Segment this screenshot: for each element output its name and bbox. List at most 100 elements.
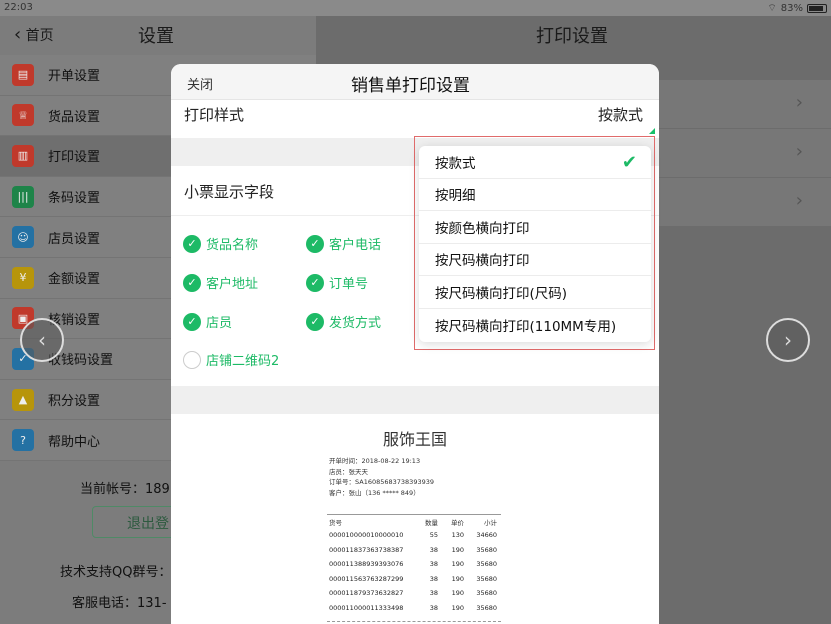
- table-cell: 35680: [476, 560, 497, 569]
- table-cell: 55: [429, 531, 438, 540]
- prev-arrow-button[interactable]: ‹: [20, 318, 64, 362]
- status-bar: 22:03 ⌔ 83%: [0, 0, 831, 16]
- clock: 22:03: [4, 2, 33, 13]
- next-arrow-button[interactable]: ›: [766, 318, 810, 362]
- field-toggle[interactable]: ✓ 客户电话: [306, 234, 381, 253]
- dropdown-option-label: 按款式: [435, 155, 476, 172]
- preview-column-header: 数量: [425, 518, 438, 527]
- divider: [327, 621, 501, 622]
- service-phone-label: 客服电话：131-: [72, 596, 167, 611]
- sidebar-item-label: 店员设置: [48, 231, 101, 247]
- unchecked-circle-icon: [183, 350, 201, 369]
- account-label: 当前帐号：189: [80, 482, 170, 497]
- table-row: 000011879373632827 38 190 35680: [327, 586, 501, 601]
- preview-column-header: 单价: [451, 518, 464, 527]
- dropdown-option-label: 按尺码横向打印(110MM专用): [435, 318, 617, 335]
- checkmark-icon: ✓: [306, 312, 324, 331]
- sidebar-title: 设置: [138, 26, 174, 47]
- wifi-icon: ⌔: [767, 3, 777, 14]
- chevron-right-icon: ›: [784, 328, 792, 352]
- table-row: 000011000011333498 38 190 35680: [327, 601, 501, 616]
- dropdown-option-label: 按颜色横向打印: [435, 220, 530, 237]
- preview-shop-name: 服饰王国: [383, 430, 448, 449]
- table-row: 000011388939393076 38 190 35680: [327, 557, 501, 572]
- dropdown-option[interactable]: 按尺码横向打印(110MM专用): [419, 309, 651, 342]
- table-cell: 38: [429, 574, 438, 583]
- table-cell: 38: [429, 560, 438, 569]
- dropdown-option[interactable]: 按明细: [419, 179, 651, 211]
- print-style-row[interactable]: 打印样式 按款式: [171, 100, 659, 138]
- dropdown-option[interactable]: 按颜色横向打印: [419, 211, 651, 244]
- field-label: 店员: [206, 316, 233, 331]
- sidebar-item-label: 开单设置: [48, 69, 101, 85]
- sidebar-navbar: ‹ 首页 设置: [0, 16, 316, 52]
- chevron-right-icon: ›: [795, 141, 803, 162]
- dropdown-option[interactable]: 按款式 ✔: [419, 146, 651, 179]
- logout-button[interactable]: 退出登: [92, 506, 182, 538]
- table-cell: 190: [451, 560, 464, 569]
- checkmark-icon: ✓: [183, 312, 201, 331]
- money-icon: ¥: [12, 266, 34, 289]
- close-button[interactable]: 关闭: [187, 74, 213, 93]
- field-toggle[interactable]: ✓ 发货方式: [306, 312, 381, 331]
- chevron-right-icon: ›: [795, 92, 803, 113]
- table-cell: 190: [451, 574, 464, 583]
- page-title: 打印设置: [536, 26, 608, 47]
- sidebar-item-label: 货品设置: [48, 109, 101, 125]
- status-right: ⌔ 83%: [767, 2, 827, 15]
- fields-title: 小票显示字段: [184, 183, 275, 201]
- back-label: 首页: [25, 28, 54, 44]
- print-style-label: 打印样式: [184, 106, 245, 124]
- table-row: 000011563763287299 38 190 35680: [327, 572, 501, 587]
- field-label: 订单号: [329, 277, 369, 292]
- checkmark-icon: ✔: [621, 152, 637, 173]
- modal-header: 关闭 销售单打印设置: [171, 64, 659, 100]
- dropdown-option-label: 按明细: [435, 188, 476, 205]
- table-cell: 38: [429, 589, 438, 598]
- table-row: 000011837363738387 38 190 35680: [327, 543, 501, 558]
- preview-column-header: 货号: [329, 518, 342, 527]
- field-label: 货品名称: [206, 238, 259, 253]
- field-label: 客户电话: [329, 238, 382, 253]
- receipt-preview: 服饰王国 开单时间：2018-08-22 19:13 店员：张天天 订单号：SA16…: [171, 414, 659, 624]
- table-cell: 190: [451, 545, 464, 554]
- staff-icon: ☺: [12, 226, 34, 249]
- field-label: 发货方式: [329, 316, 382, 331]
- shirt-icon: ♕: [12, 104, 34, 127]
- table-cell: 35680: [476, 545, 497, 554]
- qq-group-label: 技术支持QQ群号：: [60, 565, 172, 580]
- battery-icon: [807, 4, 827, 13]
- divider: [171, 386, 659, 414]
- checkmark-icon: ✓: [306, 273, 324, 292]
- table-cell: 38: [429, 603, 438, 612]
- field-toggle[interactable]: ✓ 店员: [183, 312, 232, 331]
- print-style-dropdown: 按款式 ✔ 按明细按颜色横向打印按尺码横向打印 按尺码横向打印(尺码) 按尺码横向打印(…: [419, 146, 651, 342]
- chevron-left-icon: ‹: [14, 24, 22, 45]
- sidebar-item-label: 帮助中心: [48, 434, 101, 450]
- field-toggle[interactable]: ✓ 订单号: [306, 273, 368, 292]
- modal-title: 销售单打印设置: [351, 76, 470, 96]
- field-toggle[interactable]: ✓ 货品名称: [183, 234, 258, 253]
- chevron-right-icon: ›: [795, 190, 803, 211]
- checkmark-icon: ✓: [183, 273, 201, 292]
- clipboard-icon: ▤: [12, 63, 34, 86]
- print-style-value[interactable]: 按款式: [598, 104, 643, 125]
- dropdown-option[interactable]: 按尺码横向打印: [419, 244, 651, 276]
- table-cell: 34660: [476, 531, 497, 540]
- preview-table: 货号 数量 单价 小计 000010000010000010 55 130 34660 0000…: [327, 514, 501, 615]
- table-cell: 000011837363738387: [329, 545, 404, 554]
- checkmark-icon: ✓: [183, 234, 201, 253]
- table-cell: 35680: [476, 574, 497, 583]
- sidebar-item-label: 积分设置: [48, 394, 101, 410]
- field-toggle[interactable]: ✓ 客户地址: [183, 273, 258, 292]
- back-button[interactable]: ‹ 首页: [14, 24, 54, 45]
- field-toggle[interactable]: 店铺二维码2: [183, 350, 279, 369]
- table-cell: 38: [429, 545, 438, 554]
- table-cell: 000011879373632827: [329, 589, 404, 598]
- barcode-icon: |||: [12, 185, 34, 208]
- table-cell: 35680: [476, 589, 497, 598]
- table-cell: 190: [451, 589, 464, 598]
- preview-meta-line: 客户：张山（136 ***** 849）: [329, 488, 420, 497]
- sidebar-item-label: 打印设置: [48, 150, 101, 166]
- dropdown-option[interactable]: 按尺码横向打印(尺码): [419, 276, 651, 309]
